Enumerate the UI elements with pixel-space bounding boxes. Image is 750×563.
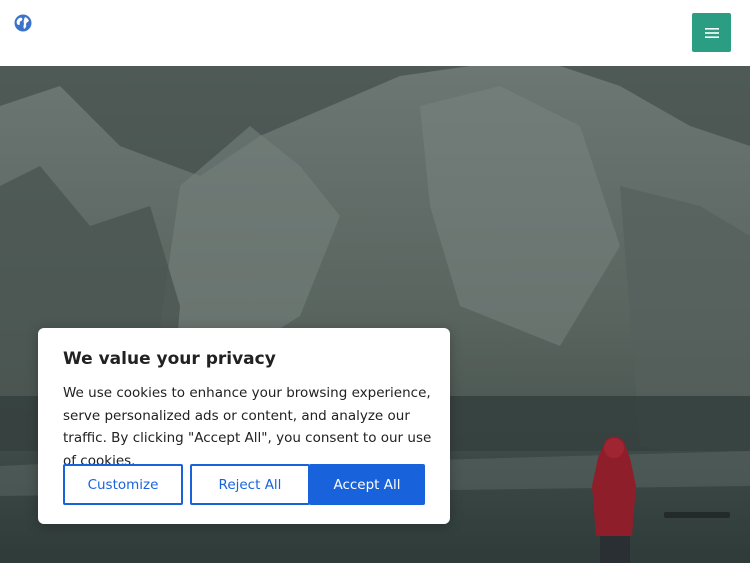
menu-button[interactable]	[692, 13, 731, 52]
accept-all-button[interactable]: Accept All	[309, 464, 425, 505]
hamburger-menu-icon	[704, 27, 719, 38]
site-header	[0, 0, 750, 66]
customize-button[interactable]: Customize	[63, 464, 183, 505]
cookie-description: We use cookies to enhance your browsing …	[63, 385, 432, 469]
cookie-consent-banner: We value your privacy We use cookies to …	[38, 328, 450, 524]
globe-icon[interactable]	[14, 14, 32, 32]
cookie-title: We value your privacy	[63, 349, 276, 369]
reject-all-button[interactable]: Reject All	[190, 464, 310, 505]
